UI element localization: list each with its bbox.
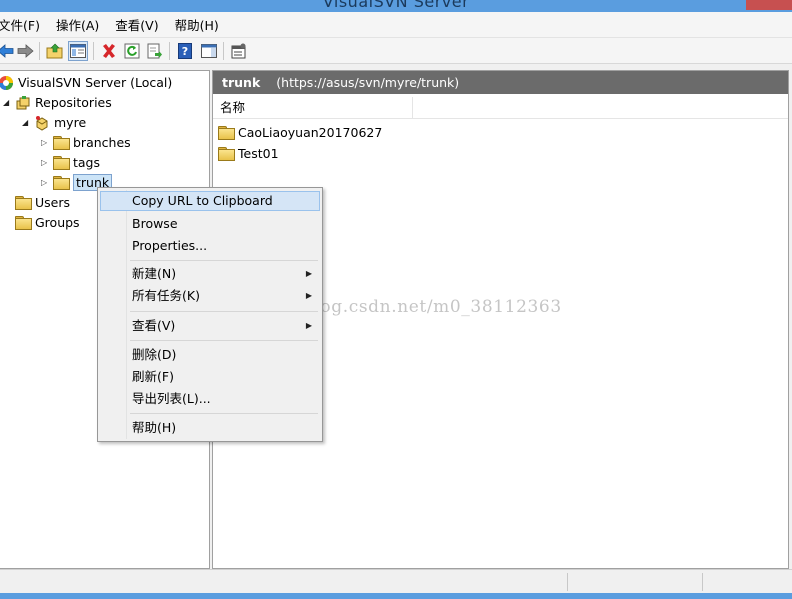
menu-item-all-tasks[interactable]: 所有任务(K) ▶ — [100, 286, 320, 306]
title-bar: VisualSVN Server — [0, 0, 792, 12]
list-item[interactable]: Test01 — [218, 143, 279, 163]
tree-item-groups[interactable]: Groups — [15, 213, 80, 232]
repository-icon — [34, 115, 50, 131]
folder-icon — [53, 136, 70, 150]
export-list-icon[interactable] — [145, 41, 165, 61]
properties-icon[interactable] — [229, 41, 249, 61]
submenu-arrow-icon: ▶ — [305, 269, 312, 278]
help-icon[interactable]: ? — [175, 41, 195, 61]
folder-icon — [53, 156, 70, 170]
tree-item-label: Groups — [35, 215, 80, 230]
collapse-arrow-icon[interactable]: ▷ — [41, 138, 47, 147]
list-item-label: CaoLiaoyuan20170627 — [238, 124, 383, 140]
toolbar-separator — [169, 42, 170, 60]
menu-bar: 文件(F) 操作(A) 查看(V) 帮助(H) — [0, 12, 792, 37]
menu-item-copy-url[interactable]: Copy URL to Clipboard — [100, 191, 320, 211]
menu-separator — [130, 311, 318, 312]
menu-item-view[interactable]: 查看(V) ▶ — [100, 316, 320, 336]
toolbar-separator — [39, 42, 40, 60]
refresh-icon[interactable] — [122, 41, 142, 61]
menu-item-label: Browse — [132, 216, 178, 231]
menu-separator — [130, 260, 318, 261]
tree-item-repositories[interactable]: Repositories — [15, 93, 112, 112]
menu-item-label: 所有任务(K) — [132, 288, 200, 303]
tree-item-branches[interactable]: branches — [53, 133, 131, 152]
list-item-label: Test01 — [238, 145, 279, 161]
tree-item-label: VisualSVN Server (Local) — [18, 75, 173, 90]
tree-item-users[interactable]: Users — [15, 193, 70, 212]
folder-icon — [15, 196, 32, 210]
column-header-row: 名称 — [213, 96, 788, 119]
menu-item-new[interactable]: 新建(N) ▶ — [100, 264, 320, 284]
window-bottom-border — [0, 593, 792, 599]
details-header-name: trunk — [222, 75, 261, 90]
expand-arrow-icon[interactable]: ◢ — [22, 118, 28, 127]
context-menu: Copy URL to Clipboard Browse Properties.… — [97, 187, 323, 442]
menu-help[interactable]: 帮助(H) — [175, 15, 227, 34]
menu-file[interactable]: 文件(F) — [0, 15, 48, 34]
tree-item-label: Users — [35, 195, 71, 210]
svg-text:?: ? — [182, 45, 188, 58]
tree-item-label: branches — [73, 135, 131, 150]
status-cell — [702, 573, 792, 591]
repositories-icon — [15, 95, 31, 111]
folder-icon — [15, 216, 32, 230]
tree-item-tags[interactable]: tags — [53, 153, 100, 172]
menu-item-label: Properties... — [132, 238, 208, 253]
action-pane-icon[interactable] — [199, 41, 219, 61]
menu-item-label: 帮助(H) — [132, 420, 177, 435]
menu-item-delete[interactable]: 删除(D) — [100, 345, 320, 365]
menu-separator — [130, 413, 318, 414]
collapse-arrow-icon[interactable]: ▷ — [41, 158, 47, 167]
menu-item-export-list[interactable]: 导出列表(L)... — [100, 389, 320, 409]
tree-item-label: Repositories — [35, 95, 112, 110]
show-hide-tree-icon[interactable] — [68, 41, 88, 61]
visualsvn-server-icon — [0, 75, 14, 91]
folder-icon — [218, 146, 235, 161]
forward-icon[interactable] — [15, 41, 35, 61]
menu-action[interactable]: 操作(A) — [56, 15, 107, 34]
submenu-arrow-icon: ▶ — [305, 321, 312, 330]
status-bar — [0, 569, 792, 593]
menu-view[interactable]: 查看(V) — [115, 15, 166, 34]
menu-item-properties[interactable]: Properties... — [100, 236, 320, 256]
back-icon[interactable] — [0, 41, 16, 61]
tree-item-server-root[interactable]: VisualSVN Server (Local) — [0, 73, 172, 92]
menu-item-label: Copy URL to Clipboard — [132, 193, 273, 208]
collapse-arrow-icon[interactable]: ▷ — [41, 178, 47, 187]
menu-item-label: 导出列表(L)... — [132, 391, 211, 406]
menu-item-refresh[interactable]: 刷新(F) — [100, 367, 320, 387]
menu-item-label: 删除(D) — [132, 347, 177, 362]
folder-icon — [53, 176, 70, 190]
delete-icon[interactable] — [99, 41, 119, 61]
tree-item-myre[interactable]: myre — [34, 113, 86, 132]
window-title: VisualSVN Server — [322, 0, 470, 11]
expand-arrow-icon[interactable]: ◢ — [3, 98, 9, 107]
menu-item-label: 查看(V) — [132, 318, 176, 333]
up-folder-icon[interactable] — [45, 41, 65, 61]
menu-item-browse[interactable]: Browse — [100, 214, 320, 234]
toolbar: ? — [0, 37, 792, 64]
toolbar-separator — [93, 42, 94, 60]
menu-item-help[interactable]: 帮助(H) — [100, 418, 320, 438]
close-window-button[interactable] — [746, 0, 792, 10]
column-header-name[interactable]: 名称 — [213, 96, 413, 119]
submenu-arrow-icon: ▶ — [305, 291, 312, 300]
status-cell — [567, 573, 702, 591]
details-header: trunk (https://asus/svn/myre/trunk) — [213, 71, 788, 94]
toolbar-separator — [223, 42, 224, 60]
folder-icon — [218, 125, 235, 140]
tree-item-label: tags — [73, 155, 101, 170]
details-header-url: (https://asus/svn/myre/trunk) — [276, 75, 460, 90]
menu-separator — [130, 340, 318, 341]
menu-item-label: 刷新(F) — [132, 369, 174, 384]
list-item[interactable]: CaoLiaoyuan20170627 — [218, 122, 382, 142]
tree-item-label: myre — [54, 115, 87, 130]
menu-item-label: 新建(N) — [132, 266, 177, 281]
